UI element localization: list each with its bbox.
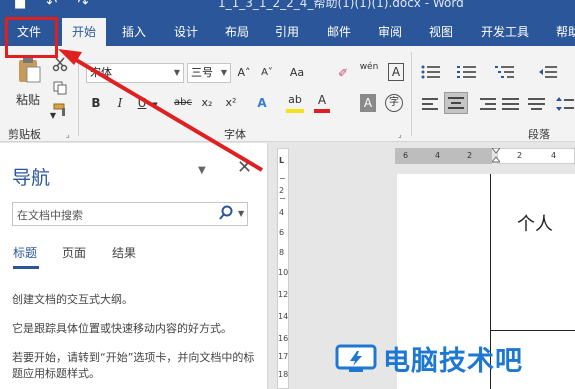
indent-marker-icon[interactable]: [490, 147, 502, 164]
ruler-tick: [280, 178, 285, 179]
ruler-number: 14: [278, 312, 289, 321]
watermark-text: 电脑技术吧: [383, 346, 523, 377]
ruler-margin: [395, 148, 492, 164]
ruler-number: 17: [278, 352, 289, 361]
ruler-number: 4: [435, 151, 441, 160]
ruler-number: 2: [517, 151, 523, 160]
tab-selector-icon[interactable]: L: [279, 156, 284, 165]
ruler-number: 2: [467, 151, 473, 160]
site-watermark: 电脑技术吧: [335, 338, 575, 380]
ruler-number: 8: [279, 248, 285, 257]
document-text: 个人: [517, 214, 553, 235]
ruler-number: 2: [279, 186, 285, 195]
ruler-tick: [280, 198, 285, 199]
ruler-number: 6: [279, 228, 285, 237]
ruler-number: 4: [279, 208, 285, 217]
monitor-logo-icon: [335, 344, 377, 374]
ruler-number: 16: [278, 334, 289, 343]
ruler-number: 10: [278, 268, 289, 277]
vertical-ruler[interactable]: L 2 4 6 8 10 12 14 16 17 18: [272, 148, 294, 389]
table-border: [490, 330, 575, 331]
ruler-content-area: [497, 148, 575, 164]
ruler-number: 18: [278, 370, 289, 379]
ruler-number: 4: [551, 151, 557, 160]
ruler-number: 6: [403, 151, 409, 160]
ruler-number: 12: [278, 290, 289, 299]
horizontal-ruler[interactable]: 6 4 2 2 4: [395, 147, 575, 164]
